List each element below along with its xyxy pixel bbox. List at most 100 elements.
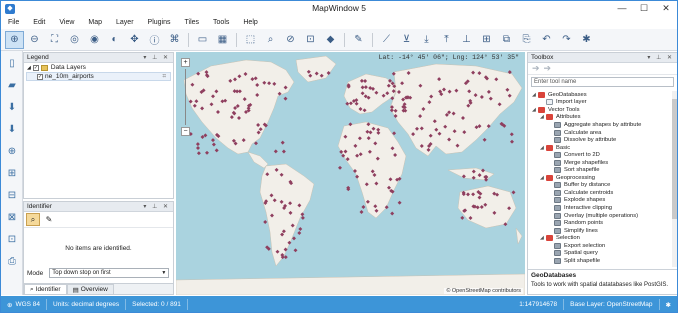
- map-view[interactable]: + − Lat: -14° 45' 06"; Lng: 124° 53' 35"…: [176, 52, 525, 295]
- menu-tools[interactable]: Tools: [206, 19, 236, 26]
- menu-layer[interactable]: Layer: [109, 19, 141, 26]
- rotate-shape-icon[interactable]: ⤒: [437, 31, 456, 49]
- tree-group-node[interactable]: ◢ Vector Tools: [528, 106, 674, 114]
- menu-map[interactable]: Map: [81, 19, 109, 26]
- identify-icon[interactable]: ⓘ: [145, 31, 164, 49]
- menu-tiles[interactable]: Tiles: [178, 19, 207, 26]
- save-as-icon[interactable]: ⬇: [4, 121, 20, 137]
- tree-tool-node[interactable]: Spatial query: [528, 249, 674, 257]
- identify-tool-icon[interactable]: ⌕: [26, 213, 40, 226]
- tree-group-node[interactable]: ◢ Geoprocessing: [528, 174, 674, 182]
- legend-layer-row[interactable]: ✓ ne_10m_airports ⌗: [26, 72, 171, 81]
- save-icon[interactable]: ⬇: [4, 99, 20, 115]
- tree-tool-node[interactable]: Simplify lines: [528, 227, 674, 235]
- layer-style-icon[interactable]: ⌗: [162, 73, 166, 81]
- tree-tool-node[interactable]: Interactive clipping: [528, 204, 674, 212]
- menu-help[interactable]: Help: [236, 19, 264, 26]
- tree-tool-node[interactable]: Export selection: [528, 242, 674, 250]
- open-folder-icon[interactable]: ▰: [4, 77, 20, 93]
- add-vertex-icon[interactable]: ⟋: [377, 31, 396, 49]
- clear-selection-icon[interactable]: ⊘: [281, 31, 300, 49]
- copy-icon[interactable]: ⧉: [497, 31, 516, 49]
- minimize-button[interactable]: —: [611, 1, 633, 16]
- tree-tool-node[interactable]: Explode shapes: [528, 197, 674, 205]
- tree-tool-node[interactable]: Random points: [528, 219, 674, 227]
- tree-group-node[interactable]: ◢ Attributes: [528, 114, 674, 122]
- select-by-polygon-icon[interactable]: ⌕: [261, 31, 280, 49]
- panel-pin-controls[interactable]: ▾ ⊥ ✕: [143, 54, 173, 61]
- zoom-selected-icon[interactable]: ◉: [85, 31, 104, 49]
- toolbox-scrollbar[interactable]: [672, 91, 677, 267]
- tab-identifier[interactable]: ⌕ Identifier: [24, 284, 67, 294]
- snap-icon[interactable]: ⊥: [457, 31, 476, 49]
- tab-overview[interactable]: ▤ Overview: [66, 284, 114, 294]
- tree-tool-node[interactable]: Aggregate shapes by attribute: [528, 121, 674, 129]
- tree-tool-node[interactable]: Merge shapefiles: [528, 159, 674, 167]
- zoom-previous-icon[interactable]: ◐: [105, 31, 124, 49]
- tree-tool-node[interactable]: Calculate area: [528, 129, 674, 137]
- move-shape-icon[interactable]: ⤓: [417, 31, 436, 49]
- add-vector-icon[interactable]: ⊞: [4, 165, 20, 181]
- zoom-out-tool-icon[interactable]: ⊖: [25, 31, 44, 49]
- tree-tool-node[interactable]: Sort shapefile: [528, 166, 674, 174]
- binoculars-icon[interactable]: ⌘: [165, 31, 184, 49]
- crs-status[interactable]: ⊕ WGS 84: [1, 299, 48, 310]
- paste-icon[interactable]: ⎘: [517, 31, 536, 49]
- zoom-in-button[interactable]: +: [181, 58, 190, 67]
- tree-tool-node[interactable]: Calculate centroids: [528, 189, 674, 197]
- tool-search-input[interactable]: Enter tool name: [531, 77, 674, 87]
- bug-icon[interactable]: ✱: [577, 31, 596, 49]
- tree-group-node[interactable]: ◢ GeoDatabases: [528, 91, 674, 99]
- zoom-slider-track[interactable]: [185, 69, 186, 125]
- forward-arrow-icon[interactable]: ➔: [544, 63, 552, 74]
- edit-pencil-icon[interactable]: ✎: [349, 31, 368, 49]
- menu-edit[interactable]: Edit: [26, 19, 52, 26]
- label-tool-icon[interactable]: ◆: [321, 31, 340, 49]
- zoom-layer-icon[interactable]: ◎: [65, 31, 84, 49]
- new-project-icon[interactable]: ▯: [4, 55, 20, 71]
- menu-plugins[interactable]: Plugins: [141, 19, 178, 26]
- legend-group-row[interactable]: ◢ ✓ Data Layers: [24, 63, 173, 72]
- edit-vertices-icon[interactable]: ⊞: [477, 31, 496, 49]
- zoom-extents-icon[interactable]: ⛶: [45, 31, 64, 49]
- select-by-attribute-icon[interactable]: ⊡: [301, 31, 320, 49]
- layer-checkbox[interactable]: ✓: [37, 73, 43, 80]
- map-scale[interactable]: 1:147914678: [513, 299, 565, 310]
- tree-tool-node[interactable]: Buffer by distance: [528, 182, 674, 190]
- print-icon[interactable]: ⎙: [4, 253, 20, 269]
- zoom-in-tool-icon[interactable]: ⊕: [5, 30, 24, 49]
- tree-group-node[interactable]: ◢ Selection: [528, 234, 674, 242]
- pan-icon[interactable]: ✥: [125, 31, 144, 49]
- select-icon[interactable]: ⬚: [241, 31, 260, 49]
- base-layer-status[interactable]: Base Layer: OpenStreetMap: [564, 299, 660, 310]
- tree-tool-node[interactable]: Convert to 2D: [528, 151, 674, 159]
- remove-layer-icon[interactable]: ⊡: [4, 231, 20, 247]
- panel-pin-controls[interactable]: ▾ ⊥ ✕: [647, 54, 677, 61]
- group-checkbox[interactable]: ✓: [32, 64, 39, 71]
- create-layer-icon[interactable]: ⊠: [4, 209, 20, 225]
- redo-icon[interactable]: ↷: [557, 31, 576, 49]
- maximize-button[interactable]: ☐: [633, 1, 655, 16]
- tree-tool-node[interactable]: Overlay (multiple operations): [528, 212, 674, 220]
- split-icon[interactable]: ⊻: [397, 31, 416, 49]
- clear-brush-icon[interactable]: ✎: [42, 213, 56, 226]
- bug-report-icon[interactable]: ✱: [660, 299, 677, 310]
- tree-tool-node[interactable]: Dissolve by attribute: [528, 136, 674, 144]
- undo-icon[interactable]: ↶: [537, 31, 556, 49]
- add-raster-icon[interactable]: ⊟: [4, 187, 20, 203]
- measure-area-icon[interactable]: ▦: [213, 31, 232, 49]
- back-arrow-icon[interactable]: ➔: [532, 63, 540, 74]
- zoom-out-button[interactable]: −: [181, 127, 190, 136]
- scroll-thumb[interactable]: [672, 99, 677, 219]
- close-button[interactable]: ✕: [655, 1, 677, 16]
- add-layer-icon[interactable]: ⊕: [4, 143, 20, 159]
- menu-view[interactable]: View: [52, 19, 81, 26]
- tree-tool-node[interactable]: Import layer: [528, 99, 674, 107]
- tree-tool-node[interactable]: Split shapefile: [528, 257, 674, 265]
- mode-dropdown[interactable]: Top down stop on first ▼: [49, 268, 170, 278]
- measure-distance-icon[interactable]: ▭: [193, 31, 212, 49]
- tree-group-node[interactable]: ◢ Basic: [528, 144, 674, 152]
- menu-file[interactable]: File: [1, 19, 26, 26]
- panel-pin-controls[interactable]: ▾ ⊥ ✕: [143, 203, 173, 210]
- collapse-arrow-icon[interactable]: ◢: [27, 65, 31, 71]
